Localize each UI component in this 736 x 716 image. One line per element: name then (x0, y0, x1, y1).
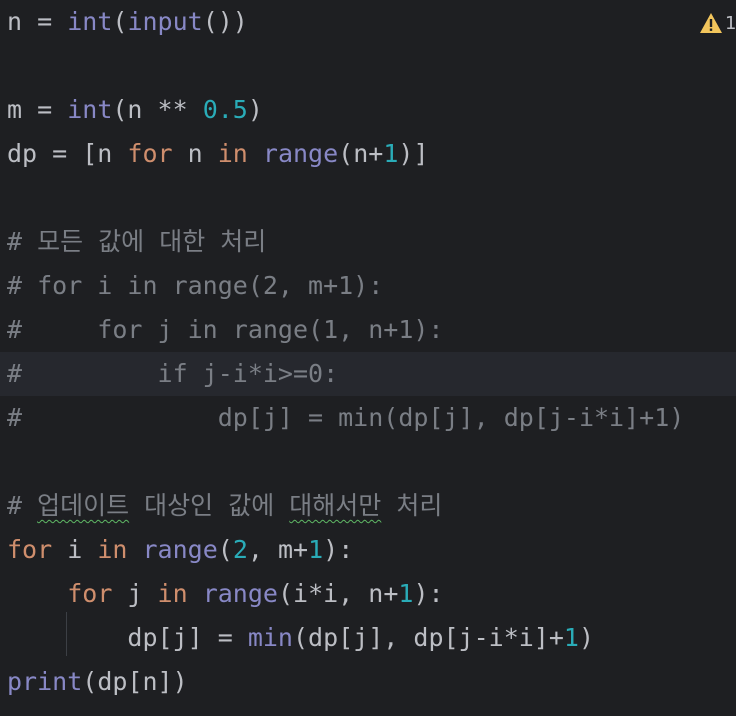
keyword-in: in (217, 139, 248, 168)
number-literal: 2 (232, 535, 248, 564)
number-literal: 1 (308, 535, 324, 564)
keyword-for: for (7, 535, 53, 564)
builtin-int: int (67, 95, 113, 124)
code-text: , m+ (247, 535, 309, 564)
code-line-1[interactable]: n = int(input()) (0, 0, 736, 44)
code-line-3[interactable]: m = int(n ** 0.5) (0, 88, 736, 132)
code-editor[interactable]: n = int(input()) 1 m = int(n ** 0.5) dp … (0, 0, 736, 716)
number-literal: 1 (398, 579, 414, 608)
comment-text: 대상인 값에 (129, 491, 290, 520)
code-line-12[interactable]: # 업데이트 대상인 값에 대해서만 처리 (0, 484, 736, 528)
code-text: (i*i, n+ (277, 579, 399, 608)
code-text: ) (247, 95, 263, 124)
number-literal: 1 (383, 139, 399, 168)
code-line-9-current[interactable]: # if j-i*i>=0: (0, 352, 736, 396)
code-text: dp[j] = (7, 623, 248, 652)
builtin-input: input (127, 7, 203, 36)
warning-count: 1 (725, 12, 736, 34)
code-line-16[interactable]: print(dp[n]) (0, 660, 736, 704)
code-text: j (112, 579, 158, 608)
code-text: ) (578, 623, 595, 652)
spellcheck-typo[interactable]: 업데이트 (37, 491, 129, 520)
code-line-4[interactable]: dp = [n for n in range(n+1)] (0, 132, 736, 176)
code-text: dp = [n (7, 139, 128, 168)
code-text: )] (398, 139, 429, 168)
code-text: n (172, 139, 218, 168)
builtin-min: min (247, 623, 293, 652)
code-line-6[interactable]: # 모든 값에 대한 처리 (0, 220, 736, 264)
keyword-for: for (127, 139, 173, 168)
code-text: ()) (202, 7, 248, 36)
comment-text: # (7, 491, 38, 520)
spellcheck-typo[interactable]: 대해서만 (289, 491, 381, 520)
comment-text: 처리 (381, 491, 443, 520)
code-line-10[interactable]: # dp[j] = min(dp[j], dp[j-i*i]+1) (0, 396, 736, 440)
code-text: (dp[n]) (82, 667, 188, 696)
code-text: (n+ (338, 139, 384, 168)
keyword-in: in (97, 535, 128, 564)
code-line-7[interactable]: # for i in range(2, m+1): (0, 264, 736, 308)
code-line-14[interactable]: for j in range(i*i, n+1): (0, 572, 736, 616)
code-line-15[interactable]: dp[j] = min(dp[j], dp[j-i*i]+1) (0, 616, 736, 660)
builtin-print: print (7, 667, 83, 696)
builtin-range: range (262, 139, 339, 168)
code-text: ): (323, 535, 354, 564)
builtin-range: range (142, 535, 218, 564)
number-literal: 0.5 (202, 95, 248, 124)
builtin-int: int (67, 7, 113, 36)
warning-icon (700, 13, 722, 33)
code-text: (n ** (112, 95, 203, 124)
code-text: ): (413, 579, 444, 608)
code-text: ( (112, 7, 128, 36)
number-literal: 1 (563, 623, 579, 652)
code-text: ( (217, 535, 233, 564)
code-line-13[interactable]: for i in range(2, m+1): (0, 528, 736, 572)
code-text: n = (7, 7, 68, 36)
builtin-range: range (202, 579, 278, 608)
code-text: m = (7, 95, 68, 124)
keyword-for: for (67, 579, 113, 608)
code-text: i (52, 535, 98, 564)
inspection-widget[interactable]: 1 (699, 8, 736, 38)
code-line-8[interactable]: # for j in range(1, n+1): (0, 308, 736, 352)
code-text: (dp[j], dp[j-i*i]+ (292, 623, 564, 652)
keyword-in: in (157, 579, 188, 608)
